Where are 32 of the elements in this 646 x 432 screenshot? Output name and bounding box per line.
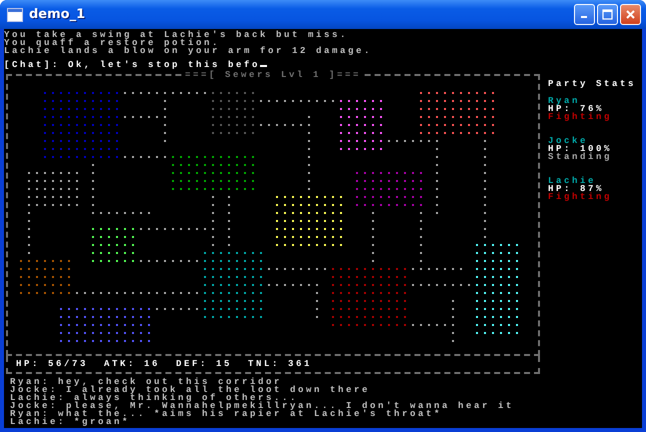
chat-message: Jocke: please, Mr. Wannahelpmekillryan... I don't wanna hear it xyxy=(10,402,516,410)
stat-text: ATK: 16 xyxy=(104,360,160,368)
member-hp: HP: 76% xyxy=(548,105,604,113)
member-hp: HP: 100% xyxy=(548,145,614,153)
minimize-button[interactable] xyxy=(574,4,595,25)
window-title: demo_1 xyxy=(29,7,86,22)
member-name: Ryan xyxy=(548,97,580,105)
stat-text: TNL: 361 xyxy=(248,360,312,368)
chat-input-field[interactable]: [Chat]: Ok, let's stop this befo xyxy=(4,61,642,70)
message-text: You take a swing at Lachie's back but miss. xyxy=(4,31,350,39)
member-name: Lachie xyxy=(548,177,596,185)
member-status: Fighting xyxy=(548,193,614,201)
member-hp: HP: 87% xyxy=(548,185,604,193)
message-text: Lachie lands a blow on your arm for 12 damage. xyxy=(4,47,374,55)
window-icon xyxy=(7,8,23,22)
stat-text: DEF: 15 xyxy=(176,360,232,368)
chat-message: Lachie: always thinking of others... xyxy=(10,394,298,402)
message-text: You quaff a restore potion. xyxy=(4,39,222,47)
chat-message: Lachie: *groan* xyxy=(10,418,132,426)
maximize-button[interactable] xyxy=(597,4,618,25)
maximize-icon xyxy=(602,9,613,20)
member-status: Standing xyxy=(548,153,614,161)
chat-message: Ryan: what the... *aims his rapier at Lachie's throat* xyxy=(10,410,444,418)
close-button[interactable] xyxy=(620,4,641,25)
party-title: Party Stats xyxy=(548,80,636,89)
close-icon xyxy=(625,9,636,20)
map-title: ===[ Sewers Lvl 1 ]=== xyxy=(184,71,362,80)
stat-text: HP: 56/73 xyxy=(16,360,88,368)
member-status: Fighting xyxy=(548,113,614,121)
member-name: Jocke xyxy=(548,137,588,145)
chat-message: Jocke: I already took all the loot down there xyxy=(10,386,372,394)
chat-message: Ryan: hey, check out this corridor xyxy=(10,378,284,386)
